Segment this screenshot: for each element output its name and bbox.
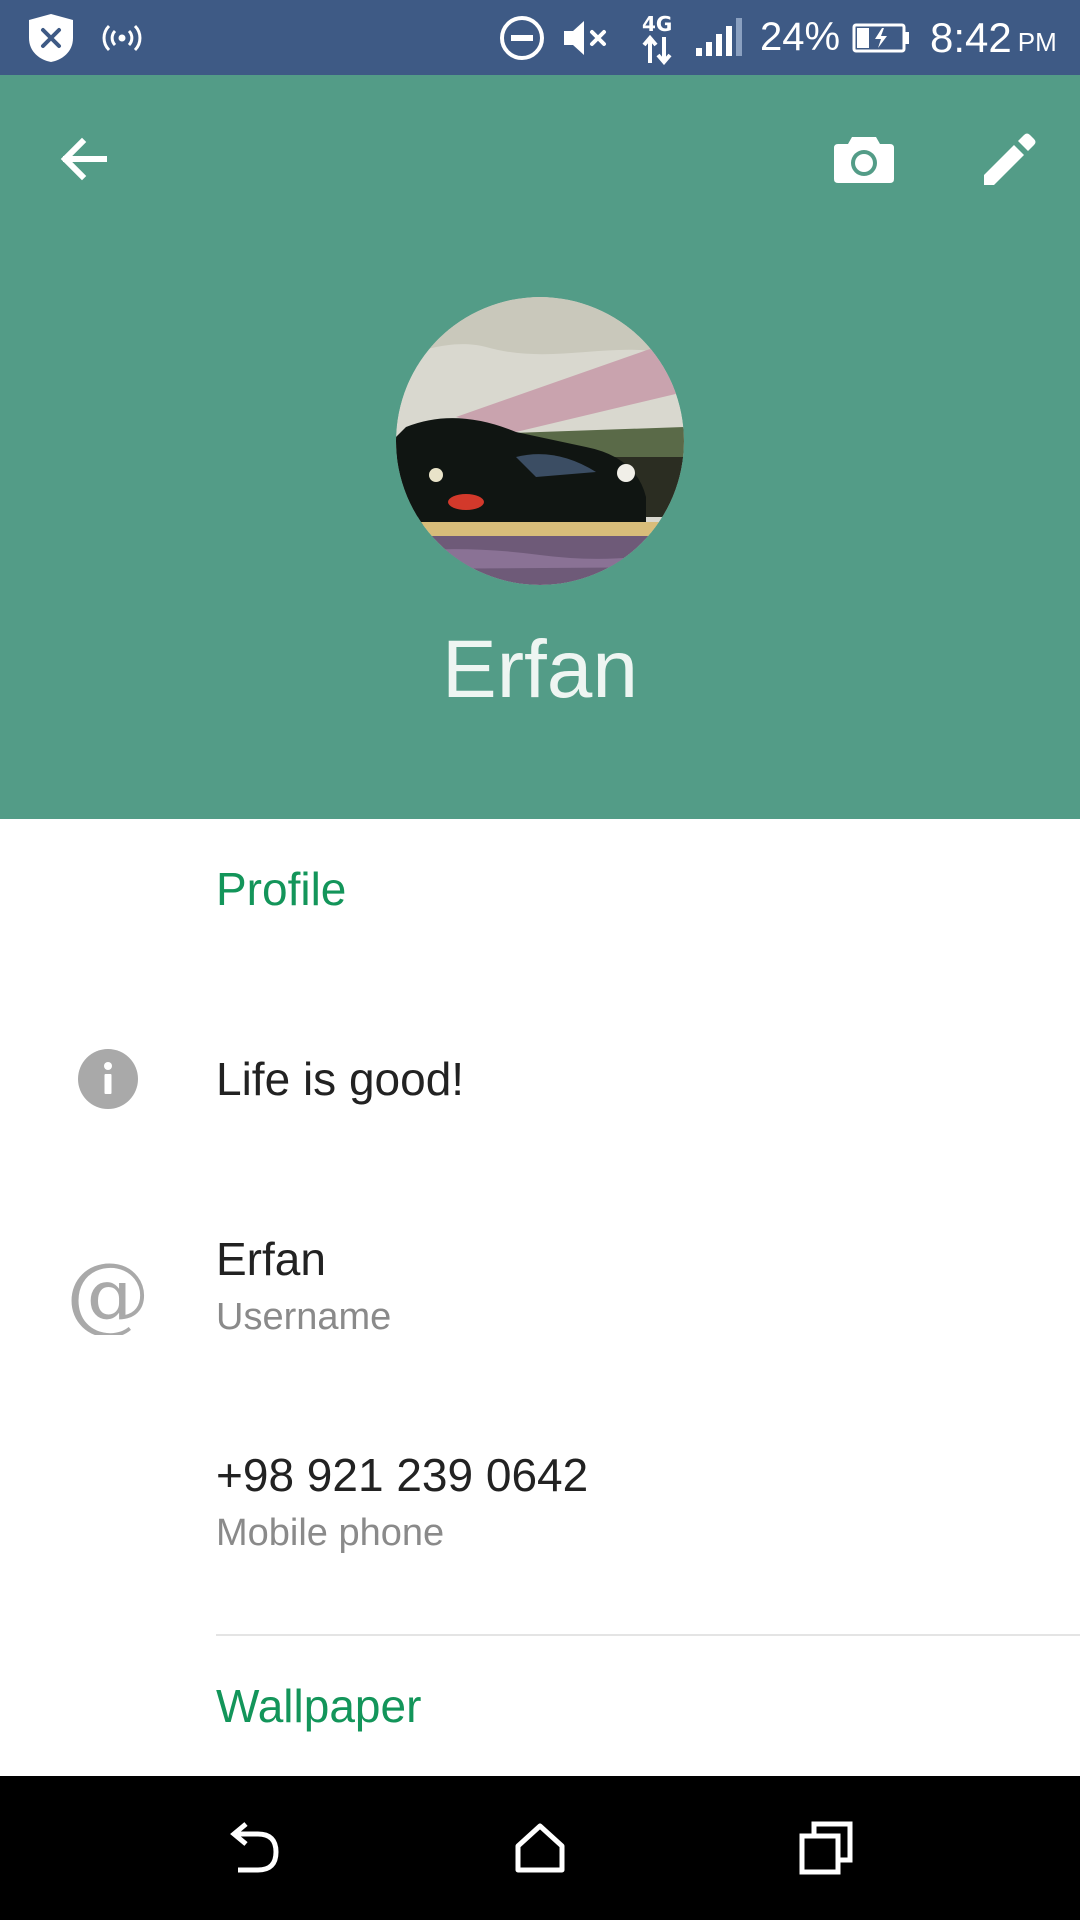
info-icon — [64, 1035, 152, 1123]
network-4g-icon: 4G — [636, 0, 680, 75]
profile-name: Erfan — [442, 624, 638, 715]
back-button[interactable] — [36, 111, 132, 207]
nav-home-button[interactable] — [490, 1798, 590, 1898]
profile-header: Erfan — [0, 75, 1080, 819]
status-text: Life is good! — [216, 1053, 465, 1105]
section-header-profile: Profile — [216, 863, 347, 915]
nav-recents-icon — [799, 1821, 853, 1875]
profile-content: Profile Life is good! @ Erfan Username +… — [0, 819, 1080, 1776]
username-row[interactable]: @ Erfan Username — [0, 1219, 1080, 1369]
edit-button[interactable] — [960, 111, 1056, 207]
battery-charging-icon — [852, 0, 910, 75]
clock-ampm: PM — [1017, 27, 1057, 57]
back-arrow-icon — [60, 137, 107, 181]
edit-pencil-icon — [984, 133, 1036, 185]
section-header-wallpaper[interactable]: Wallpaper — [216, 1676, 421, 1736]
svg-text:@: @ — [70, 1259, 146, 1335]
avatar-photo — [396, 297, 684, 585]
nav-home-icon — [515, 1823, 565, 1873]
network-type-text: 4G — [642, 12, 672, 36]
hotspot-icon — [100, 0, 144, 75]
username-label: Username — [216, 1296, 392, 1338]
volume-muted-icon — [560, 0, 612, 75]
status-row[interactable]: Life is good! — [0, 1009, 1080, 1149]
at-sign-icon: @ — [64, 1253, 152, 1341]
do-not-disturb-icon — [498, 0, 546, 75]
battery-percent: 24% — [760, 15, 841, 59]
clock-time: 8:42 — [930, 13, 1012, 61]
divider — [216, 1634, 1080, 1636]
nav-back-button[interactable] — [204, 1798, 304, 1898]
camera-button[interactable] — [816, 111, 912, 207]
avatar[interactable] — [396, 297, 684, 585]
clock: 8:42 PM — [930, 0, 1057, 75]
status-bar: 4G 24% 8:42 PM — [0, 0, 1080, 75]
phone-label: Mobile phone — [216, 1512, 445, 1554]
navigation-bar — [0, 1776, 1080, 1920]
profile-screen: 4G 24% 8:42 PM Erfan Profile Life is goo… — [0, 0, 1080, 1920]
phone-row[interactable]: +98 921 239 0642 Mobile phone — [0, 1437, 1080, 1587]
shield-icon — [26, 0, 76, 75]
phone-value: +98 921 239 0642 — [216, 1449, 589, 1501]
camera-icon — [834, 137, 894, 183]
username-value: Erfan — [216, 1233, 326, 1285]
signal-icon — [694, 0, 742, 75]
nav-back-icon — [230, 1822, 279, 1873]
nav-recents-button[interactable] — [776, 1798, 876, 1898]
